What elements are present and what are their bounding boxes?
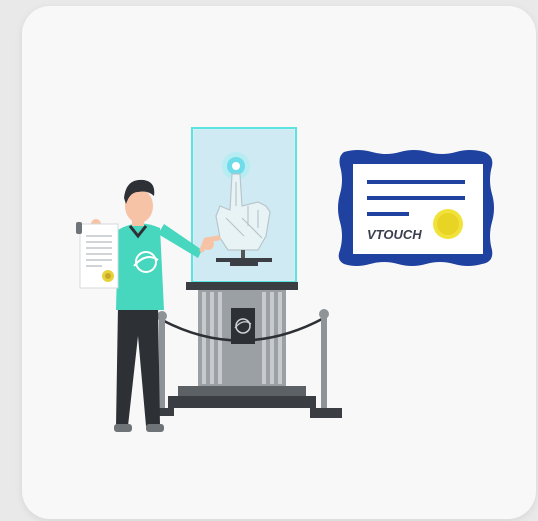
illustration-card: VTOUCH: [22, 6, 536, 519]
pedestal: [168, 282, 316, 408]
emblem-plate: [231, 308, 255, 344]
gold-seal-icon: [433, 209, 463, 239]
display-case: [191, 127, 297, 283]
illustration: VTOUCH: [76, 127, 494, 432]
certificate-brand: VTOUCH: [367, 227, 422, 242]
held-certificate: [76, 222, 119, 289]
vtouch-certificate: VTOUCH: [338, 150, 494, 266]
